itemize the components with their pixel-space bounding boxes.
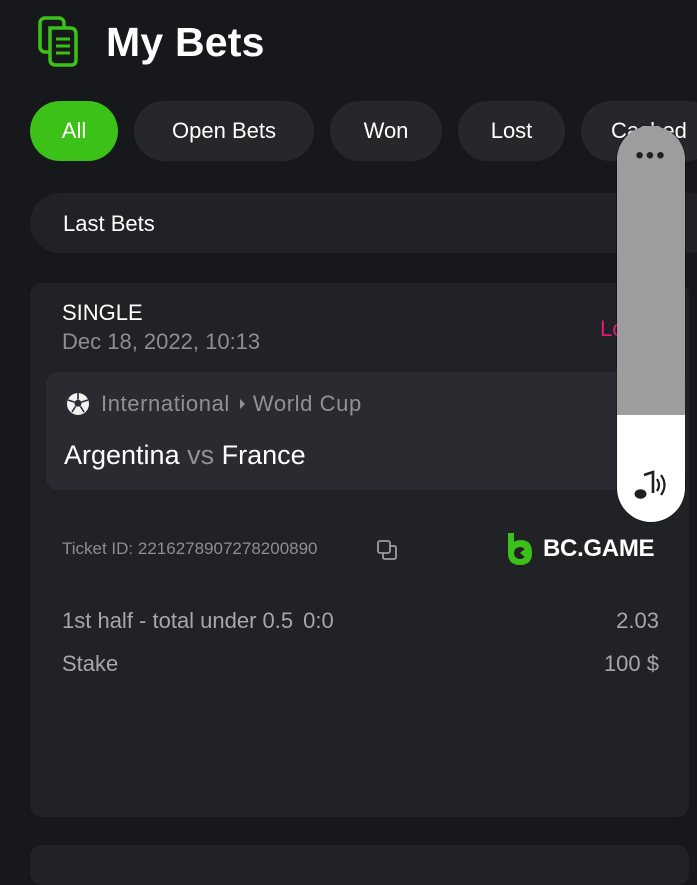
page-header: My Bets xyxy=(36,14,265,70)
bet-date: Dec 18, 2022, 10:13 xyxy=(62,329,261,354)
league-region: International xyxy=(101,391,230,416)
volume-overlay[interactable]: ••• xyxy=(617,126,685,522)
last-bets-label: Last Bets xyxy=(63,211,155,236)
bet-type: SINGLE xyxy=(62,300,143,325)
market-score: 0:0 xyxy=(303,608,334,633)
bc-game-logo-text: BC.GAME xyxy=(543,535,655,562)
league-competition: World Cup xyxy=(252,391,362,416)
soccer-ball-icon xyxy=(67,393,89,415)
stake-value: 100 $ xyxy=(603,651,659,676)
bc-game-logo-icon xyxy=(508,533,532,565)
filter-all[interactable]: All xyxy=(30,101,118,161)
bet-filter-tabs: All Open Bets Won Lost Cashed xyxy=(30,101,697,161)
stake-row: Stake 100 $ xyxy=(62,651,659,677)
bc-game-logo: BC.GAME xyxy=(505,531,655,567)
vs-label: vs xyxy=(187,440,215,470)
filter-open-bets[interactable]: Open Bets xyxy=(134,101,314,161)
filter-lost[interactable]: Lost xyxy=(458,101,565,161)
last-bets-dropdown[interactable]: Last Bets › xyxy=(30,193,697,253)
home-team: Argentina xyxy=(64,440,180,470)
ticket-id: Ticket ID: 2216278907278200890 xyxy=(62,539,318,558)
bet-card[interactable]: SINGLE Dec 18, 2022, 10:13 Lo Internatio… xyxy=(30,283,689,817)
next-bet-card[interactable] xyxy=(30,845,689,885)
filter-won[interactable]: Won xyxy=(330,101,442,161)
media-volume-icon xyxy=(634,470,666,499)
market-name: 1st half - total under 0.5 xyxy=(62,608,294,633)
caret-right-icon xyxy=(239,398,245,409)
copy-icon[interactable] xyxy=(375,538,399,562)
bets-document-icon xyxy=(38,16,78,67)
market-row: 1st half - total under 0.5 0:0 2.03 xyxy=(62,608,659,634)
volume-slider-track[interactable] xyxy=(617,126,685,415)
league-breadcrumb: International World Cup xyxy=(101,391,362,417)
away-team: France xyxy=(221,440,306,470)
stake-label: Stake xyxy=(62,651,119,676)
page-title: My Bets xyxy=(106,18,265,65)
more-options-icon[interactable]: ••• xyxy=(617,144,685,168)
match-info[interactable]: International World Cup Argentina vs Fran… xyxy=(46,372,686,490)
match-teams: Argentina vs France xyxy=(64,440,306,471)
market-odds: 2.03 xyxy=(616,608,659,633)
